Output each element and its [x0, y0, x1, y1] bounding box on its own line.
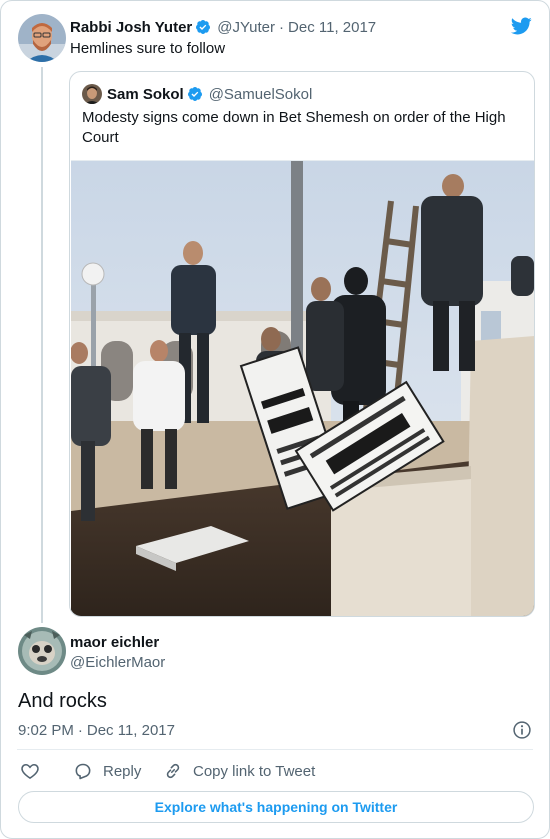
tweet-date[interactable]: Dec 11, 2017 [288, 19, 376, 36]
tweet-text: Hemlines sure to follow [70, 40, 226, 57]
reply-icon [75, 763, 91, 780]
twitter-bird-icon[interactable] [509, 15, 533, 37]
quoted-photo[interactable] [71, 160, 534, 616]
verified-badge-icon [196, 20, 211, 34]
separator-dot: · [77, 721, 83, 739]
divider [17, 749, 533, 750]
avatar-maor-eichler[interactable] [18, 627, 66, 675]
quoted-header: Sam Sokol @SamuelSokol [107, 85, 312, 103]
quoted-author-name: Sam Sokol [107, 85, 184, 103]
verified-badge-icon [187, 87, 202, 101]
copy-link-label: Copy link to Tweet [193, 762, 316, 780]
reply-label: Reply [103, 762, 142, 780]
author-handle[interactable]: @JYuter [217, 19, 275, 36]
heart-icon [21, 763, 39, 780]
explore-twitter-button[interactable]: Explore what's happening on Twitter [18, 791, 534, 823]
link-icon [166, 763, 180, 779]
reply-date: Dec 11, 2017 [86, 721, 175, 739]
avatar-sam-sokol [82, 84, 102, 104]
reply-author-handle[interactable]: @EichlerMaor [70, 654, 165, 671]
separator-dot: · [279, 18, 285, 36]
avatar-josh-yuter[interactable] [18, 14, 66, 62]
reply-text: And rocks [18, 690, 107, 712]
thread-line [41, 67, 43, 623]
quoted-tweet[interactable]: Sam Sokol @SamuelSokol Modesty signs com… [69, 71, 535, 617]
quoted-author-handle: @SamuelSokol [208, 85, 313, 103]
tweet-header: Rabbi Josh Yuter @JYuter · Dec 11, 2017 [70, 18, 376, 36]
info-icon[interactable] [512, 720, 532, 740]
author-name[interactable]: Rabbi Josh Yuter [70, 19, 192, 36]
quoted-text: Modesty signs come down in Bet Shemesh o… [82, 109, 506, 146]
like-button[interactable] [20, 761, 50, 781]
reply-author-name[interactable]: maor eichler [70, 634, 159, 651]
reply-timestamp[interactable]: 9:02 PM · Dec 11, 2017 [18, 721, 175, 739]
embedded-tweet-card: Rabbi Josh Yuter @JYuter · Dec 11, 2017 … [0, 0, 550, 839]
reply-button[interactable]: Reply [73, 761, 141, 781]
reply-time: 9:02 PM [18, 721, 74, 739]
copy-link-button[interactable]: Copy link to Tweet [163, 761, 315, 781]
